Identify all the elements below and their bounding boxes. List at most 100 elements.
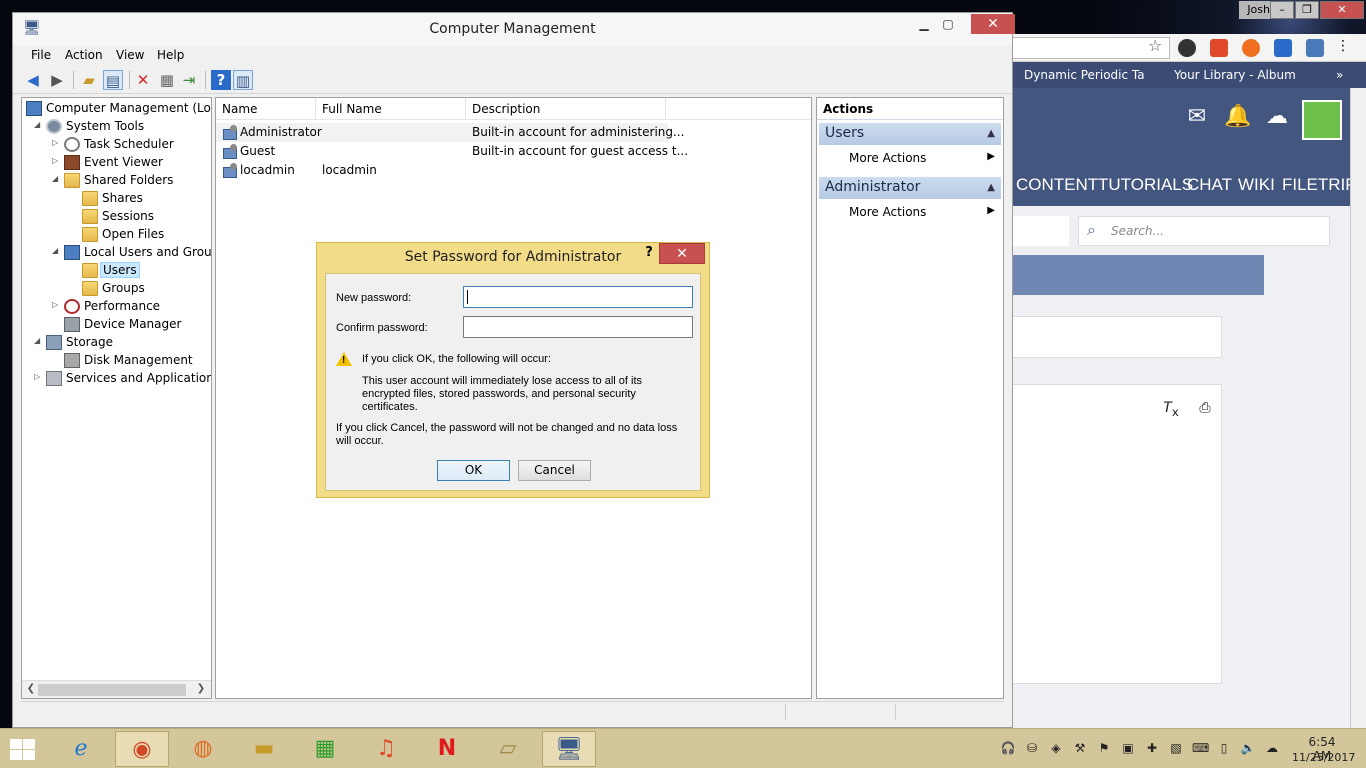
actions-section-users[interactable]: Users ▲: [819, 123, 1001, 145]
network-share-icon[interactable]: ⛁: [1024, 741, 1040, 757]
menu-view[interactable]: View: [116, 48, 144, 62]
onedrive-cloud-icon[interactable]: ☁: [1264, 741, 1280, 757]
scrollbar-thumb[interactable]: [38, 684, 186, 696]
expand-arrow-icon[interactable]: ▷: [52, 156, 62, 165]
app-tray-icon[interactable]: ▧: [1168, 741, 1184, 757]
window-titlebar[interactable]: 🖥 Computer Management ▁ ▢ ✕: [13, 13, 1015, 45]
extension-icon[interactable]: [1242, 39, 1260, 57]
site-search-input[interactable]: ⌕ Search...: [1078, 216, 1330, 246]
internet-explorer-icon[interactable]: ℯ: [54, 731, 108, 767]
upload-cloud-icon[interactable]: ☁: [1264, 104, 1290, 129]
export-list-icon[interactable]: ⇥: [179, 70, 199, 90]
bookmark-star-icon[interactable]: ☆: [1148, 36, 1162, 55]
nav-content[interactable]: CONTENT: [1016, 175, 1098, 195]
delete-icon[interactable]: ✕: [133, 70, 153, 90]
column-header-name[interactable]: Name: [216, 98, 316, 120]
avatar[interactable]: [1302, 100, 1342, 140]
extension-icon[interactable]: [1178, 39, 1196, 57]
scroll-left-icon[interactable]: ❮: [24, 683, 38, 694]
bookmark-item[interactable]: Your Library - Album: [1174, 68, 1296, 82]
help-button[interactable]: ?: [639, 245, 659, 265]
extension-icon[interactable]: [1210, 39, 1228, 57]
browser-scrollbar[interactable]: [1350, 88, 1366, 728]
browser-menu-icon[interactable]: ⋮: [1336, 38, 1350, 54]
minimize-icon[interactable]: ▁: [911, 17, 937, 35]
usb-icon[interactable]: ⌨: [1192, 741, 1209, 757]
address-field[interactable]: [1012, 37, 1170, 59]
menu-action[interactable]: Action: [65, 48, 103, 62]
clock-date[interactable]: 11/25/2017: [1292, 751, 1355, 764]
bg-minimize-button[interactable]: –: [1270, 1, 1294, 19]
menu-help[interactable]: Help: [157, 48, 184, 62]
show-hide-tree-icon[interactable]: ▤: [103, 70, 123, 90]
column-header-description[interactable]: Description: [466, 98, 666, 120]
ok-button[interactable]: OK: [437, 460, 510, 481]
scroll-right-icon[interactable]: ❯: [194, 683, 208, 694]
show-action-pane-icon[interactable]: ▥: [233, 70, 253, 90]
collapse-arrow-icon[interactable]: ◢: [34, 336, 44, 345]
collapse-arrow-icon[interactable]: ◢: [52, 246, 62, 255]
extension-icon[interactable]: [1306, 39, 1324, 57]
flag-icon[interactable]: ⚑: [1096, 741, 1112, 757]
expand-arrow-icon[interactable]: ▷: [34, 372, 44, 381]
user-icon: [222, 125, 238, 140]
window-switch-icon[interactable]: ▱: [481, 731, 535, 767]
confirm-password-field[interactable]: [463, 316, 693, 338]
nav-filetrip[interactable]: FILETRIP: [1282, 175, 1357, 195]
extension-icon[interactable]: [1274, 39, 1292, 57]
table-row[interactable]: locadmin locadmin: [216, 161, 668, 180]
text-caret: [467, 290, 468, 304]
close-button[interactable]: ✕: [971, 14, 1015, 34]
mail-icon[interactable]: ✉: [1184, 104, 1210, 129]
tree-horizontal-scrollbar[interactable]: ❮ ❯: [22, 680, 211, 698]
more-actions-users[interactable]: More Actions ▶: [819, 148, 1001, 168]
bookmarks-more[interactable]: »: [1336, 68, 1343, 82]
nvidia-icon[interactable]: ◈: [1048, 741, 1064, 757]
collapse-up-icon[interactable]: ▲: [987, 182, 995, 193]
nav-wiki[interactable]: WIKI: [1238, 175, 1275, 195]
store-icon[interactable]: ▦: [298, 731, 352, 767]
column-header-full-name[interactable]: Full Name: [316, 98, 466, 120]
chrome-icon[interactable]: ◉: [115, 731, 169, 767]
collapse-up-icon[interactable]: ▲: [987, 128, 995, 139]
music-icon[interactable]: ♫: [359, 731, 413, 767]
maximize-icon[interactable]: ▢: [935, 17, 961, 35]
firefox-icon[interactable]: ◍: [176, 731, 230, 767]
start-button[interactable]: [8, 737, 36, 761]
expand-arrow-icon[interactable]: ▷: [52, 300, 62, 309]
actions-section-administrator[interactable]: Administrator ▲: [819, 177, 1001, 199]
netflix-icon[interactable]: N: [420, 731, 474, 767]
battery-icon[interactable]: ▯: [1216, 741, 1232, 757]
forward-arrow-icon[interactable]: ▶: [47, 70, 67, 90]
nav-tutorials[interactable]: TUTORIALS: [1098, 175, 1193, 195]
help-icon[interactable]: ?: [211, 70, 231, 90]
app-tray-icon[interactable]: ▣: [1120, 741, 1136, 757]
bookmark-item[interactable]: Dynamic Periodic Ta: [1024, 68, 1145, 82]
expand-arrow-icon[interactable]: ▷: [52, 138, 62, 147]
back-arrow-icon[interactable]: ◀: [23, 70, 43, 90]
nav-chat[interactable]: CHAT: [1187, 175, 1232, 195]
computer-management-taskbar-icon[interactable]: 🖥: [542, 731, 596, 767]
properties-icon[interactable]: ▦: [157, 70, 177, 90]
clear-format-icon[interactable]: Tx: [1158, 396, 1184, 420]
bell-icon[interactable]: 🔔: [1224, 104, 1251, 129]
cancel-button[interactable]: Cancel: [518, 460, 591, 481]
source-icon[interactable]: ⎙: [1192, 396, 1218, 420]
dialog-close-button[interactable]: ✕: [659, 243, 705, 264]
table-row[interactable]: Guest Built-in account for guest access …: [216, 142, 688, 161]
table-row[interactable]: Administrator Built-in account for admin…: [216, 123, 684, 142]
volume-icon[interactable]: 🔈: [1240, 741, 1256, 757]
menu-file[interactable]: File: [31, 48, 51, 62]
up-folder-icon[interactable]: ▰: [79, 70, 99, 90]
tools-icon[interactable]: ⚒: [1072, 741, 1088, 757]
collapse-arrow-icon[interactable]: ◢: [52, 174, 62, 183]
headphones-icon[interactable]: 🎧: [1000, 741, 1016, 757]
confirm-password-label: Confirm password:: [336, 322, 428, 334]
more-actions-administrator[interactable]: More Actions ▶: [819, 202, 1001, 222]
bg-restore-button[interactable]: ❐: [1295, 1, 1319, 19]
collapse-arrow-icon[interactable]: ◢: [34, 120, 44, 129]
security-icon[interactable]: ✚: [1144, 741, 1160, 757]
bg-close-button[interactable]: ✕: [1320, 1, 1364, 19]
file-explorer-icon[interactable]: ▬: [237, 731, 291, 767]
new-password-field[interactable]: [463, 286, 693, 308]
